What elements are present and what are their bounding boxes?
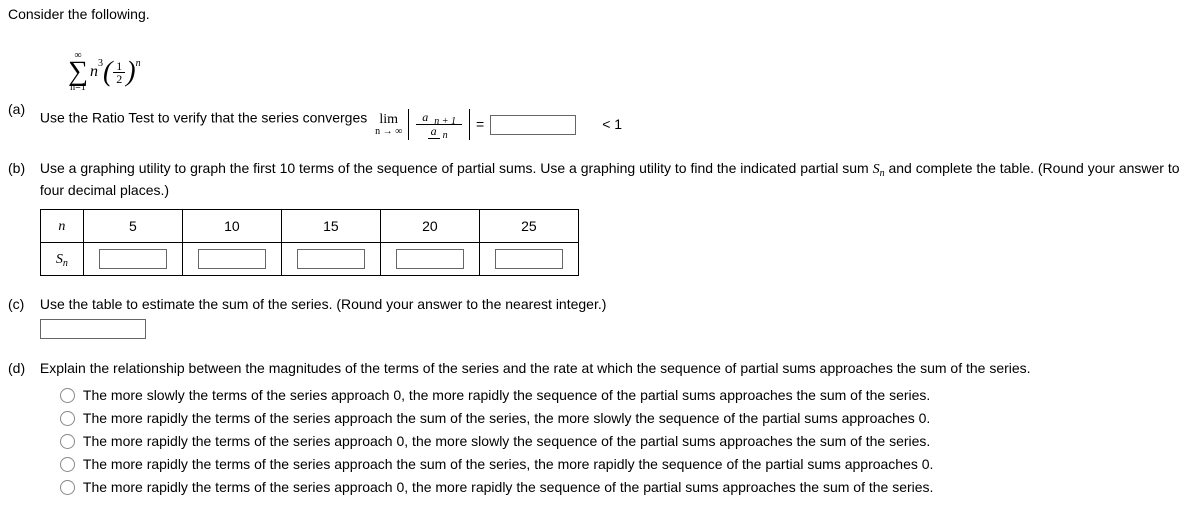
sn-var: Sn [873,162,885,177]
table-row: Sn [40,243,578,276]
n-header: n [40,210,83,243]
lparen: ( [103,56,112,87]
option-1-text: The more slowly the terms of the series … [83,385,930,406]
option-4[interactable]: The more rapidly the terms of the series… [60,454,1188,475]
sigma-lower: n=1 [70,83,86,93]
sn-header: Sn [40,243,83,276]
less-than-one: < 1 [602,114,622,135]
s10-input[interactable] [198,249,266,269]
part-c-label: (c) [8,294,36,315]
part-b-label: (b) [8,158,36,179]
one-half-frac: 12 [113,60,125,85]
col-5: 5 [83,210,182,243]
option-5-text: The more rapidly the terms of the series… [83,477,934,498]
n-base: n [90,63,98,80]
radio-icon [60,457,75,472]
radio-icon [60,388,75,403]
col-15: 15 [281,210,380,243]
part-b-text-1: Use a graphing utility to graph the firs… [40,160,873,176]
outer-exp: n [136,58,141,69]
rparen: ) [126,56,135,87]
radio-icon [60,480,75,495]
option-2[interactable]: The more rapidly the terms of the series… [60,408,1188,429]
partial-sum-table: n 5 10 15 20 25 Sn [40,209,579,276]
option-3[interactable]: The more rapidly the terms of the series… [60,431,1188,452]
equals-sign: = [476,114,484,135]
part-c-text: Use the table to estimate the sum of the… [40,296,607,312]
s5-input[interactable] [99,249,167,269]
n-cubed-exp: 3 [98,58,103,69]
option-1[interactable]: The more slowly the terms of the series … [60,385,1188,406]
intro-text: Consider the following. [8,4,1192,25]
col-10: 10 [182,210,281,243]
part-d-label: (d) [8,358,36,379]
part-a-label: (a) [8,99,36,120]
part-d-text: Explain the relationship between the mag… [40,360,1031,376]
option-4-text: The more rapidly the terms of the series… [83,454,934,475]
radio-icon [60,434,75,449]
s15-input[interactable] [297,249,365,269]
sigma-symbol: ∑ [68,61,88,83]
option-5[interactable]: The more rapidly the terms of the series… [60,477,1188,498]
s20-input[interactable] [396,249,464,269]
col-20: 20 [380,210,479,243]
abs-ratio: an + 1 an [408,109,470,140]
ratio-limit-input[interactable] [490,115,576,135]
radio-icon [60,411,75,426]
series-expression: ∞ ∑ n=1 n3(12)n [68,51,141,93]
limit-block: lim n → ∞ [375,113,402,137]
sum-estimate-input[interactable] [40,319,146,339]
option-3-text: The more rapidly the terms of the series… [83,431,930,452]
part-a-text: Use the Ratio Test to verify that the se… [40,110,367,126]
option-2-text: The more rapidly the terms of the series… [83,408,930,429]
table-row: n 5 10 15 20 25 [40,210,578,243]
col-25: 25 [479,210,578,243]
s25-input[interactable] [495,249,563,269]
